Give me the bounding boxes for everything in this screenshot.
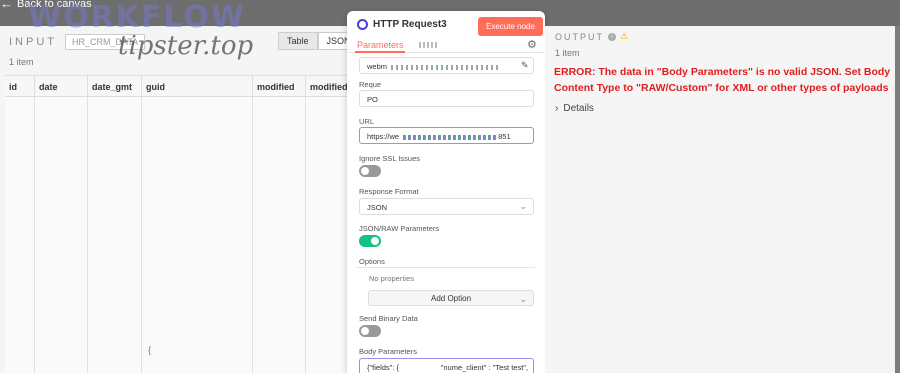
table-header-row: id date date_gmt guid modified modified — [5, 76, 360, 97]
table-column — [5, 97, 35, 373]
json-raw-label: JSON/RAW Parameters — [359, 224, 440, 233]
active-tab-indicator — [355, 51, 405, 53]
info-icon[interactable]: i — [608, 32, 616, 41]
output-panel: OUTPUT i ⚠ 1 item ERROR: The data in "Bo… — [545, 26, 895, 373]
redacted-url — [403, 134, 499, 140]
input-header: INPUT HR_CRM_DATA — [9, 34, 146, 50]
table-column — [35, 97, 88, 373]
arrow-left-icon: ← — [0, 0, 13, 11]
node-header: HTTP Request3 — [357, 19, 447, 30]
node-title[interactable]: HTTP Request3 — [373, 19, 447, 30]
input-table: id date date_gmt guid modified modified — [5, 75, 360, 373]
send-binary-toggle[interactable] — [359, 325, 381, 337]
back-label: Back to canvas — [17, 0, 92, 10]
tab-parameters[interactable]: Parameters — [357, 40, 404, 50]
table-body — [5, 97, 360, 373]
input-item-count: 1 item — [9, 57, 34, 67]
output-header: OUTPUT i ⚠ — [555, 31, 628, 42]
warning-icon: ⚠ — [620, 31, 629, 41]
http-request-node-panel: HTTP Request3 Execute node Parameters ⚙ … — [347, 11, 545, 373]
column-header: date_gmt — [88, 76, 142, 96]
body-params-field[interactable]: {"fields": { "nume_client" : "Test test"… — [359, 358, 534, 373]
gear-icon[interactable]: ⚙ — [527, 38, 537, 51]
url-field[interactable]: https://we 851 — [359, 127, 534, 144]
table-column — [253, 97, 306, 373]
response-format-select[interactable]: JSON ⌄ — [359, 198, 534, 215]
chevron-down-icon: ⌄ — [519, 201, 527, 211]
input-node-select[interactable]: HR_CRM_DATA — [65, 34, 146, 50]
add-option-button[interactable]: Add Option ⌄ — [368, 290, 534, 306]
add-option-label: Add Option — [430, 294, 472, 303]
redacted-text — [391, 64, 502, 70]
pencil-icon[interactable]: ✎ — [521, 60, 529, 71]
column-header: modified — [253, 76, 306, 96]
response-format-value: JSON — [367, 203, 388, 212]
cell-text: { — [148, 345, 152, 355]
column-header: guid — [142, 76, 253, 96]
execute-node-button[interactable]: Execute node — [478, 17, 543, 36]
node-tabs: Parameters ⚙ — [347, 37, 545, 53]
output-item-count: 1 item — [555, 48, 580, 58]
input-panel: INPUT HR_CRM_DATA Table JSON 1 item id d… — [0, 26, 360, 373]
url-label: URL — [359, 117, 375, 126]
credential-value: webm — [367, 62, 388, 71]
input-title: INPUT — [9, 36, 57, 48]
column-header: id — [5, 76, 35, 96]
chevron-down-icon: ⌄ — [519, 294, 527, 304]
credential-field[interactable]: webm — [359, 57, 534, 74]
chevron-right-icon: › — [555, 103, 559, 114]
output-title: OUTPUT — [555, 31, 604, 42]
details-toggle[interactable]: › Details — [555, 103, 594, 114]
back-to-canvas-link[interactable]: ← Back to canvas — [0, 0, 92, 11]
options-label: Options — [359, 257, 385, 266]
options-divider — [357, 267, 535, 268]
request-method-field[interactable]: PO — [359, 90, 534, 107]
send-binary-label: Send Binary Data — [359, 314, 418, 323]
no-properties-text: No properties — [369, 274, 415, 283]
details-label: Details — [563, 103, 594, 114]
table-column — [142, 97, 253, 373]
url-suffix: 851 — [498, 132, 511, 141]
error-message: ERROR: The data in "Body Parameters" is … — [554, 66, 891, 94]
table-view-button[interactable]: Table — [278, 32, 318, 50]
column-header: date — [35, 76, 88, 96]
request-method-label: Reque — [359, 80, 382, 89]
ignore-ssl-toggle[interactable] — [359, 165, 381, 177]
json-raw-toggle[interactable] — [359, 235, 381, 247]
redacted-tab — [419, 42, 439, 48]
response-format-label: Response Format — [359, 187, 419, 196]
ignore-ssl-label: Ignore SSL Issues — [359, 154, 421, 163]
http-globe-icon — [357, 19, 368, 30]
request-method-value: PO — [367, 95, 378, 104]
table-column — [88, 97, 142, 373]
url-prefix: https://we — [367, 132, 400, 141]
body-params-label: Body Parameters — [359, 347, 417, 356]
